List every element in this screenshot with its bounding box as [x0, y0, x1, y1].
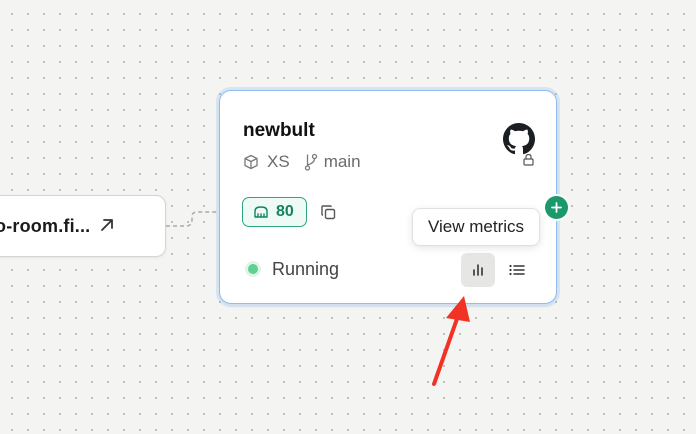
status-text: Running [272, 259, 340, 279]
branch-label: main [323, 152, 361, 171]
arrow-up-right-icon[interactable] [97, 215, 117, 235]
bar-chart-icon [473, 264, 483, 276]
cube-icon [244, 154, 258, 170]
domain-label: o-room.fi... [0, 216, 91, 236]
lock-icon [523, 153, 534, 166]
git-branch-icon [304, 153, 317, 171]
plus-icon [551, 202, 562, 213]
network-icon [254, 206, 268, 218]
view-metrics-button[interactable] [461, 253, 495, 287]
port-number: 80 [276, 203, 294, 220]
view-metrics-tooltip: View metrics [412, 208, 541, 246]
add-connection-button[interactable] [545, 196, 568, 219]
github-icon[interactable] [503, 123, 535, 155]
service-card[interactable]: newbult XS main 80 Running [219, 90, 557, 304]
service-name: newbult [243, 120, 315, 141]
port-badge[interactable]: 80 [242, 197, 307, 227]
view-logs-button[interactable] [500, 253, 534, 287]
domain-node[interactable]: o-room.fi... [0, 195, 166, 257]
copy-icon[interactable] [320, 204, 337, 221]
instance-size: XS [267, 152, 290, 171]
service-meta: XS main [243, 152, 361, 172]
status-indicator-dot [248, 264, 258, 274]
list-icon [509, 264, 525, 276]
